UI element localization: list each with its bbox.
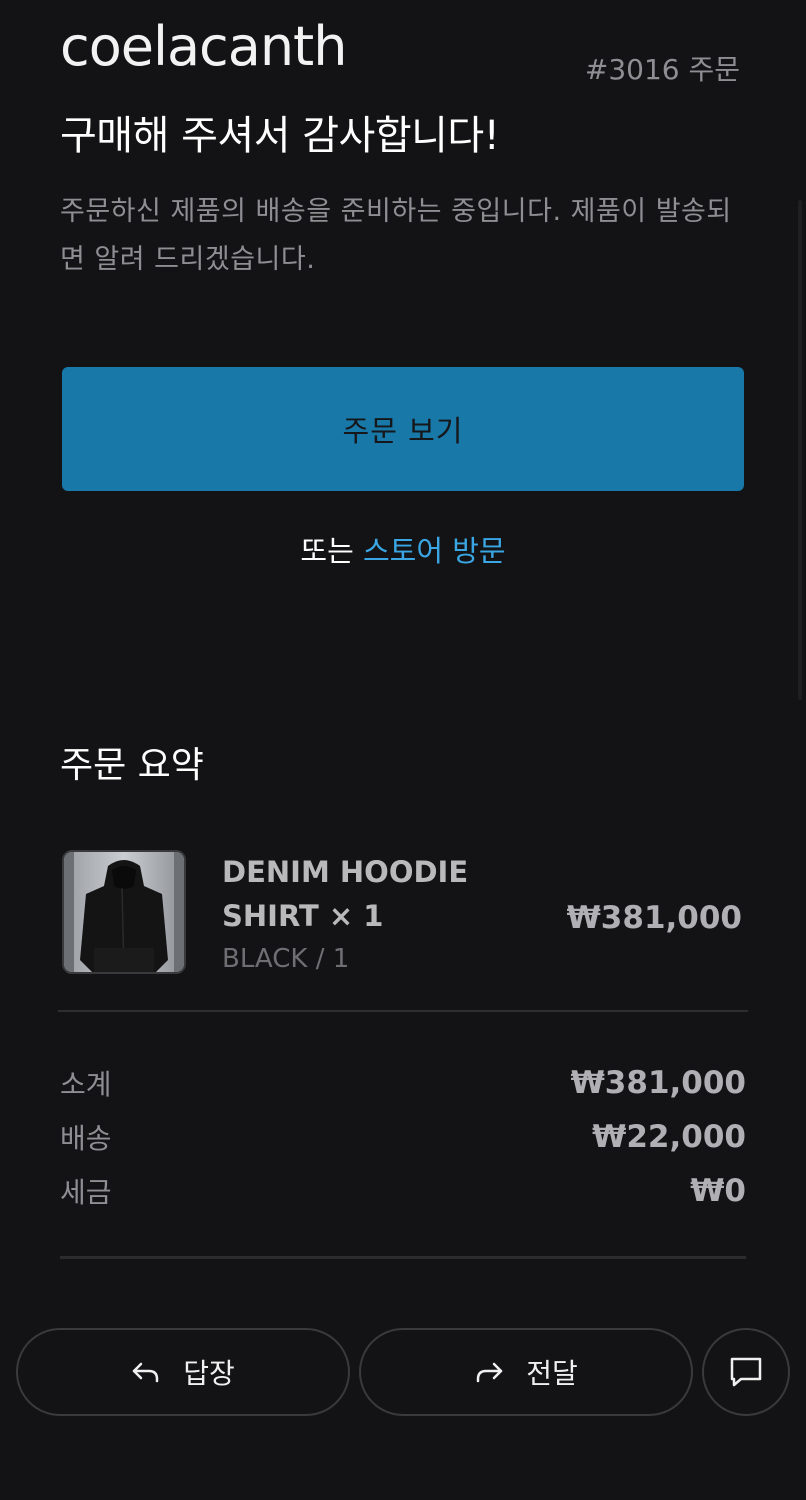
view-order-label: 주문 보기: [342, 414, 464, 448]
tax-row: 세금 ₩0: [60, 1166, 746, 1216]
tax-label: 세금: [60, 1176, 112, 1209]
divider: [58, 1010, 748, 1012]
product-thumbnail: [62, 850, 186, 974]
store-name: coelacanth: [60, 15, 347, 78]
product-variant: BLACK / 1: [222, 944, 350, 974]
forward-button[interactable]: 전달: [359, 1328, 693, 1416]
forward-label: 전달: [526, 1357, 578, 1390]
subtotal-row: 소계 ₩381,000: [60, 1058, 746, 1108]
product-price: ₩381,000: [566, 900, 742, 936]
order-confirmation-email: coelacanth #3016 주문 구매해 주셔서 감사합니다! 주문하신 …: [0, 0, 806, 1500]
reply-button[interactable]: 답장: [16, 1328, 350, 1416]
forward-arrow-icon: [474, 1360, 504, 1384]
product-photo: [64, 852, 184, 972]
or-text: 또는: [300, 534, 354, 568]
subtotal-value: ₩381,000: [570, 1065, 746, 1101]
reply-label: 답장: [183, 1357, 235, 1390]
store-visit-line: 또는 스토어 방문: [0, 530, 806, 572]
shipping-row: 배송 ₩22,000: [60, 1112, 746, 1162]
page-title: 구매해 주셔서 감사합니다!: [60, 113, 500, 159]
confirmation-message: 주문하신 제품의 배송을 준비하는 중입니다. 제품이 발송되면 알려 드리겠습…: [60, 196, 732, 275]
product-name: DENIM HOODIE SHIRT × 1: [222, 855, 469, 933]
subtotal-label: 소계: [60, 1068, 112, 1101]
visit-store-link[interactable]: 스토어 방문: [363, 534, 506, 568]
view-order-button[interactable]: 주문 보기: [62, 367, 744, 491]
chat-bubble-icon: [729, 1356, 763, 1388]
reply-arrow-icon: [131, 1360, 161, 1384]
shipping-value: ₩22,000: [592, 1119, 746, 1155]
order-summary-heading: 주문 요약: [60, 745, 204, 786]
shipping-label: 배송: [60, 1122, 112, 1155]
chat-button[interactable]: [702, 1328, 790, 1416]
divider: [60, 1256, 746, 1259]
tax-value: ₩0: [690, 1173, 746, 1209]
scrollbar[interactable]: [798, 200, 802, 700]
order-number: #3016 주문: [584, 53, 740, 86]
